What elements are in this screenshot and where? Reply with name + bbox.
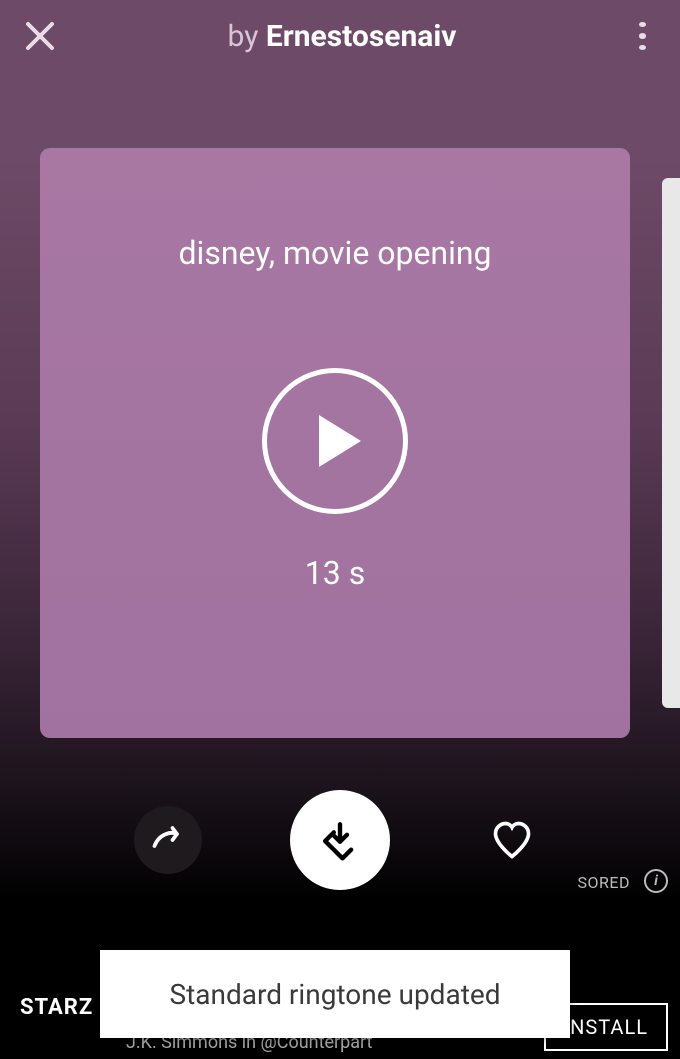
download-button[interactable]	[290, 790, 390, 890]
download-icon	[319, 819, 361, 861]
ad-info-icon[interactable]: i	[644, 869, 668, 893]
header: by Ernestosenaiv	[0, 0, 680, 72]
ringtone-card[interactable]: disney, movie opening 13 s	[40, 148, 630, 738]
play-button[interactable]	[262, 368, 408, 514]
heart-icon	[490, 818, 534, 862]
header-title: by Ernestosenaiv	[56, 19, 628, 54]
author-name[interactable]: Ernestosenaiv	[266, 19, 457, 54]
share-icon	[150, 822, 186, 858]
ringtone-screen: by Ernestosenaiv disney, movie opening 1…	[0, 0, 680, 1059]
ringtone-title: disney, movie opening	[178, 234, 491, 272]
close-icon[interactable]	[24, 20, 56, 52]
share-button[interactable]	[134, 806, 202, 874]
by-label: by	[228, 19, 259, 54]
more-options-icon[interactable]	[628, 22, 656, 50]
ad-logo: STARZ	[20, 995, 93, 1020]
ringtone-duration: 13 s	[305, 554, 365, 592]
toast-message: Standard ringtone updated	[100, 950, 570, 1038]
sponsored-label: SORED	[578, 873, 630, 892]
favorite-button[interactable]	[478, 806, 546, 874]
play-icon	[319, 415, 361, 467]
next-card-peek[interactable]	[662, 178, 680, 708]
